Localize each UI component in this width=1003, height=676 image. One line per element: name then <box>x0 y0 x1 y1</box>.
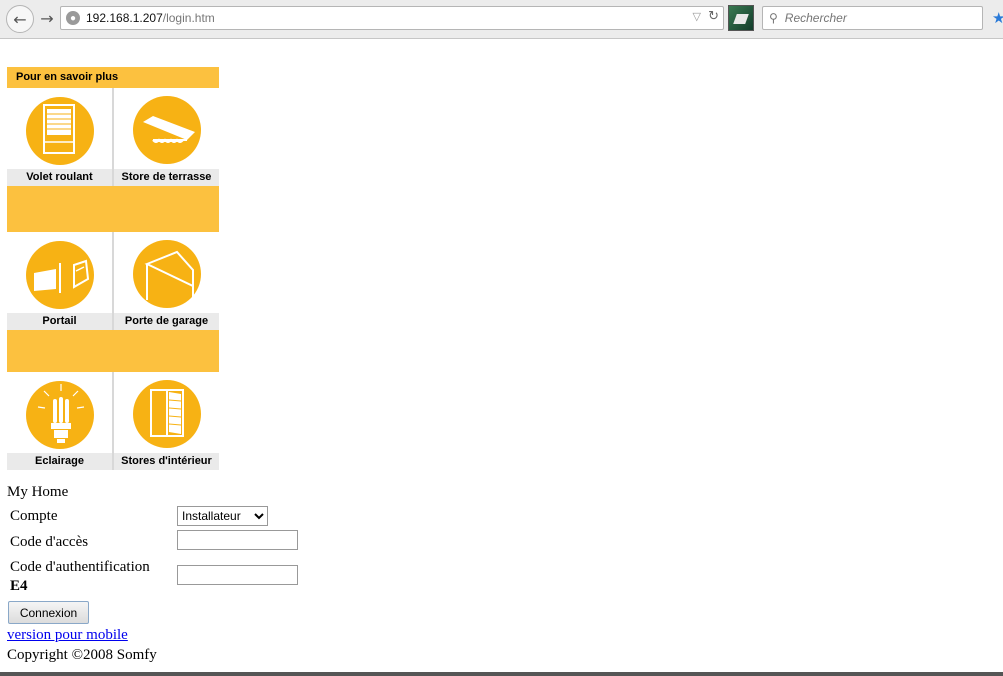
tile-store-terrasse[interactable]: Store de terrasse <box>114 88 219 186</box>
panel-row: Portail Porte de garage <box>7 232 219 330</box>
compte-select[interactable]: Installateur <box>177 506 268 526</box>
tile-caption: Volet roulant <box>7 169 112 186</box>
globe-icon: ● <box>66 11 80 25</box>
access-code-label: Code d'accès <box>10 534 89 550</box>
reload-icon[interactable]: ↻ <box>708 9 719 24</box>
url-host: 192.168.1.207 <box>86 11 163 25</box>
search-bar[interactable]: ⚲ <box>762 6 983 30</box>
lightbulb-icon <box>25 381 94 449</box>
interior-blind-icon <box>132 380 201 448</box>
bookmark-star-icon[interactable]: ★ <box>992 9 1003 27</box>
taskbar-edge <box>0 672 1003 676</box>
garage-door-icon <box>132 240 201 308</box>
page-title: My Home <box>7 484 69 500</box>
tile-porte-garage[interactable]: Porte de garage <box>114 232 219 330</box>
panel-row: Eclairage Stores d'intérieur <box>7 372 219 470</box>
info-panel: Pour en savoir plus Volet roulant Store … <box>7 67 219 470</box>
tile-caption: Eclairage <box>7 453 112 470</box>
address-bar[interactable]: ● 192.168.1.207/login.htm ▽ ↻ <box>60 6 724 30</box>
auth-code-challenge: E4 <box>10 578 28 594</box>
panel-header: Pour en savoir plus <box>7 67 219 88</box>
search-input[interactable] <box>782 10 967 26</box>
auth-code-input[interactable] <box>177 565 298 585</box>
panel-spacer <box>7 186 219 232</box>
mobile-version-link[interactable]: version pour mobile <box>7 627 128 644</box>
tile-volet-roulant[interactable]: Volet roulant <box>7 88 114 186</box>
tile-caption: Porte de garage <box>114 313 219 330</box>
auth-code-label: Code d'authentification <box>10 559 150 575</box>
forward-arrow-icon[interactable]: → <box>36 6 58 30</box>
copyright-text: Copyright ©2008 Somfy <box>7 647 157 663</box>
awning-icon <box>132 96 201 164</box>
tile-caption: Stores d'intérieur <box>114 453 219 470</box>
access-code-input[interactable] <box>177 530 298 550</box>
tile-stores-interieur[interactable]: Stores d'intérieur <box>114 372 219 470</box>
panel-spacer <box>7 330 219 372</box>
tile-portail[interactable]: Portail <box>7 232 114 330</box>
tile-caption: Portail <box>7 313 112 330</box>
compte-label: Compte <box>10 508 58 524</box>
connexion-button[interactable]: Connexion <box>8 601 89 624</box>
extension-icon[interactable] <box>728 5 754 31</box>
panel-row: Volet roulant Store de terrasse <box>7 88 219 186</box>
browser-toolbar: ← → ● 192.168.1.207/login.htm ▽ ↻ ⚲ ★ <box>0 0 1003 39</box>
tile-eclairage[interactable]: Eclairage <box>7 372 114 470</box>
tile-caption: Store de terrasse <box>114 169 219 186</box>
url-path: /login.htm <box>162 11 215 25</box>
search-icon: ⚲ <box>769 11 778 25</box>
history-dropdown-icon[interactable]: ▽ <box>693 10 701 23</box>
gate-icon <box>25 241 94 309</box>
roller-shutter-icon <box>25 97 94 165</box>
back-arrow-icon[interactable]: ← <box>6 5 34 33</box>
